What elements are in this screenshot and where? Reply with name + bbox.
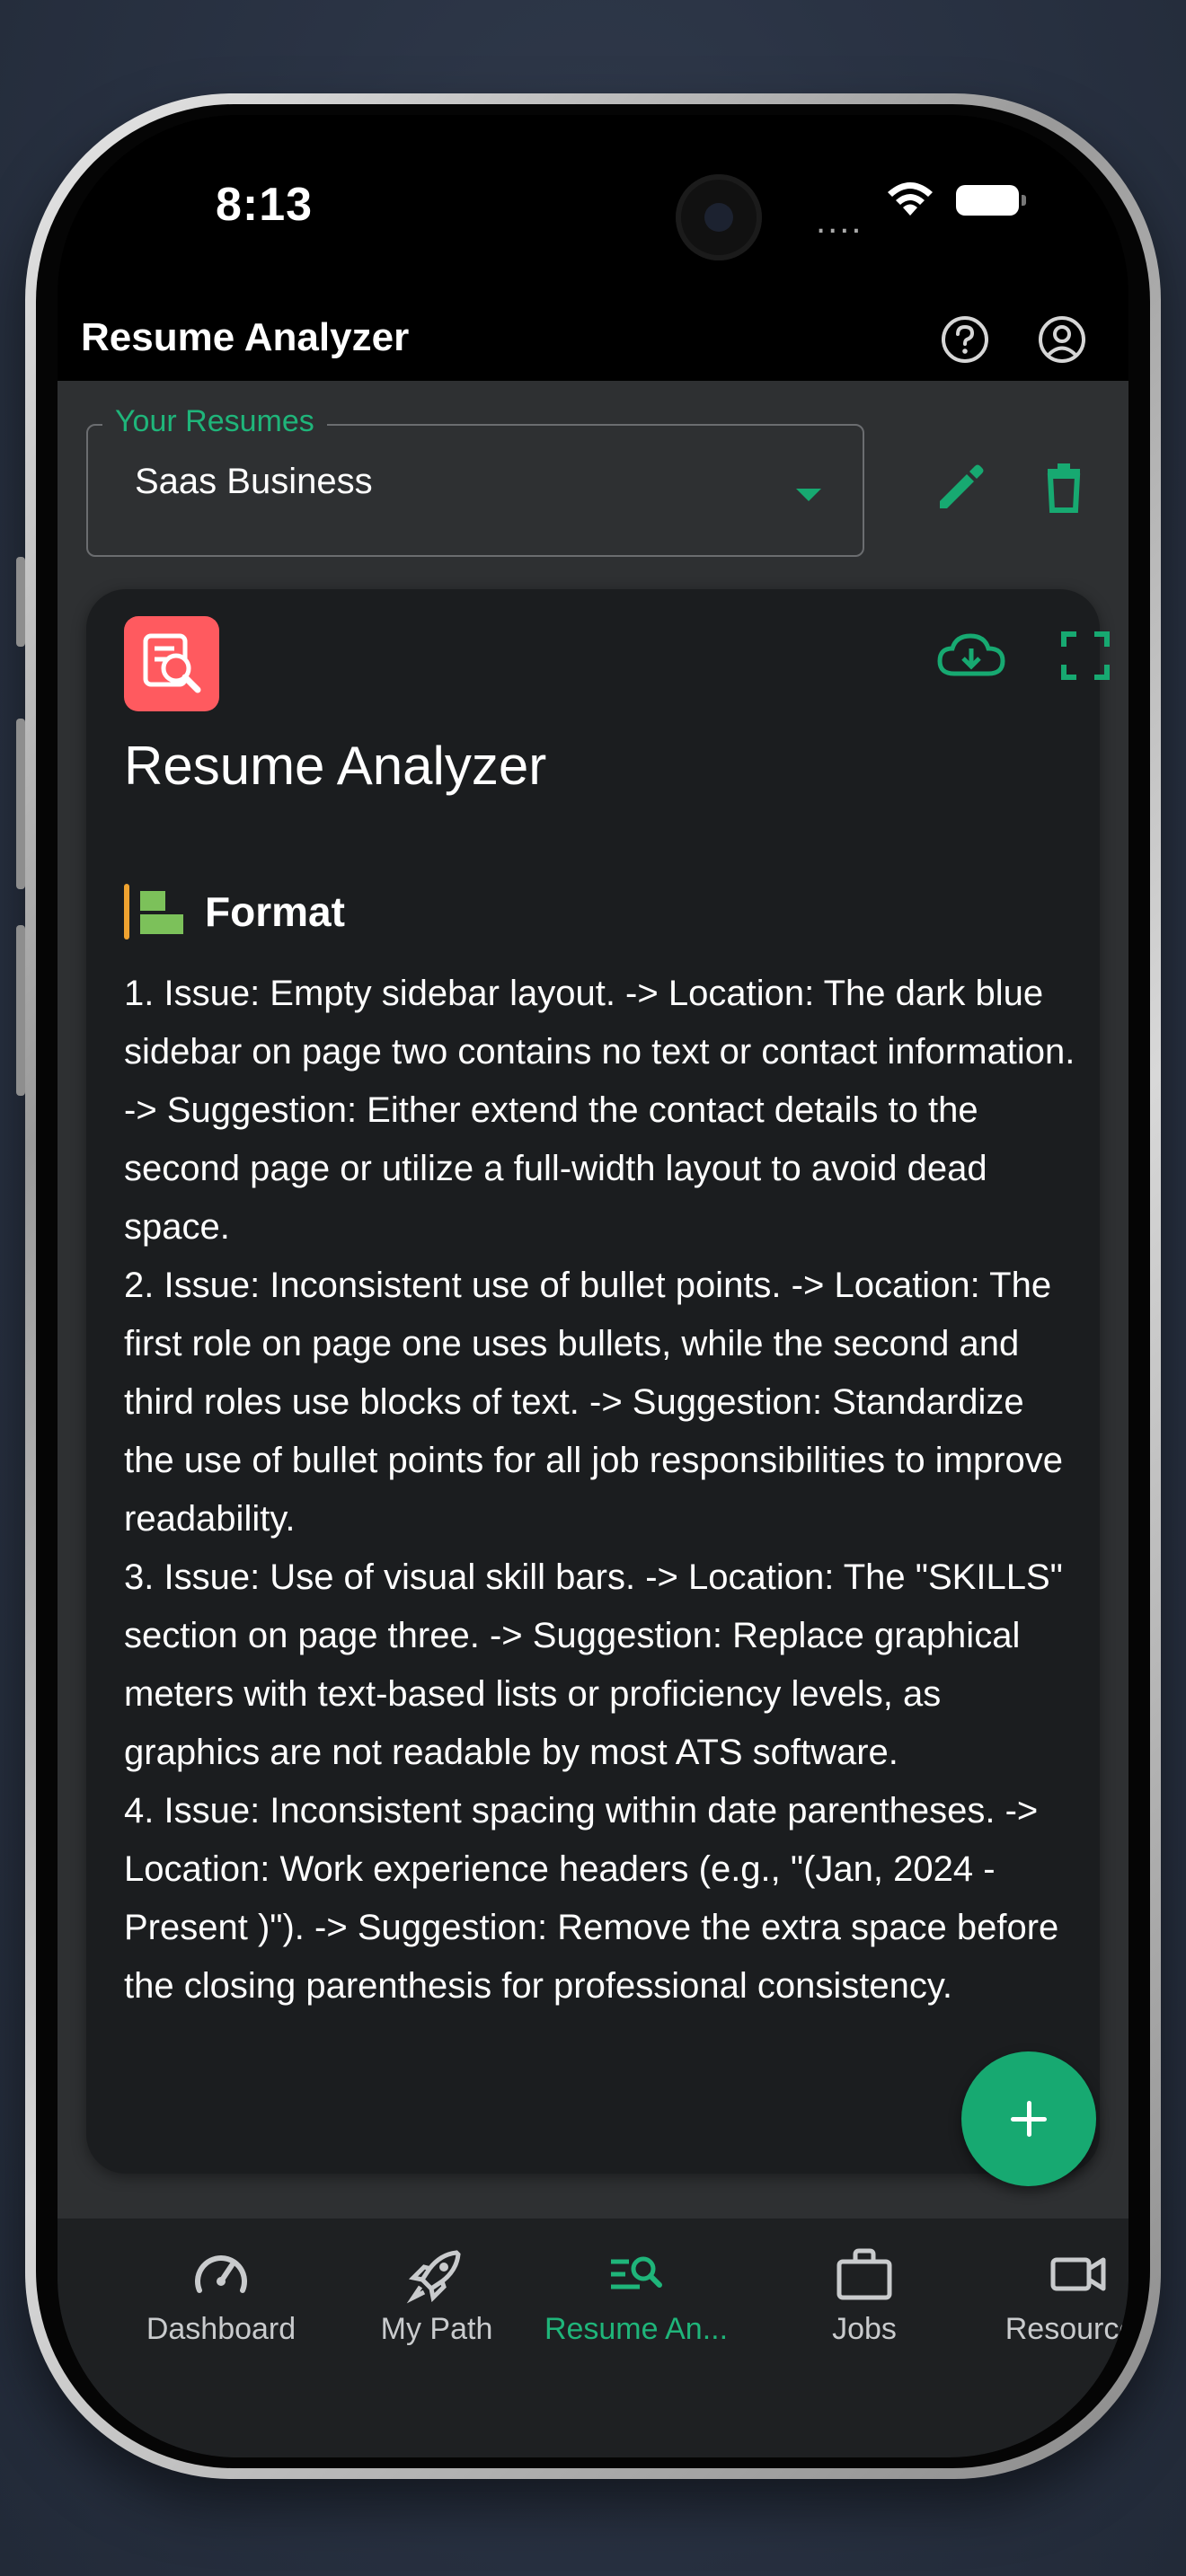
help-circle-icon[interactable]: [940, 314, 990, 365]
wifi-icon: [888, 182, 933, 216]
trash-icon[interactable]: [1033, 456, 1094, 517]
nav-label: Resources: [1005, 2312, 1128, 2346]
analysis-text: 1. Issue: Empty sidebar layout. -> Locat…: [124, 974, 1075, 2006]
rocket-icon: [406, 2250, 461, 2304]
phone-volume-down: [16, 925, 25, 1096]
card-title: Resume Analyzer: [124, 736, 547, 796]
resume-search-icon: [124, 616, 219, 711]
nav-label: Resume An...: [544, 2312, 729, 2346]
phone-screen: 8:13 .... Resume Analyzer Your Resumes S…: [58, 115, 1128, 2457]
dynamic-island: [676, 174, 762, 260]
phone-side-button: [16, 557, 25, 647]
nav-item-dashboard[interactable]: Dashboard: [122, 2242, 320, 2347]
format-align-icon: [140, 891, 183, 934]
cloud-download-icon[interactable]: [936, 631, 1006, 681]
nav-item-jobs[interactable]: Jobs: [766, 2242, 963, 2347]
phone-volume-up: [16, 719, 25, 889]
add-button[interactable]: [961, 2051, 1096, 2186]
signal-dots: ....: [816, 201, 863, 241]
pencil-icon[interactable]: [929, 456, 990, 517]
speedometer-icon: [195, 2255, 247, 2293]
nav-item-my-path[interactable]: My Path: [338, 2242, 535, 2347]
status-bar: 8:13 ....: [58, 115, 1128, 295]
nav-label: My Path: [380, 2312, 493, 2346]
chevron-down-icon[interactable]: [796, 489, 821, 501]
battery-icon: [956, 185, 1026, 216]
fullscreen-icon[interactable]: [1060, 631, 1111, 681]
resume-select-label: Your Resumes: [102, 404, 327, 439]
section-accent-bar: [124, 884, 129, 940]
nav-label: Dashboard: [146, 2312, 296, 2346]
briefcase-icon: [836, 2248, 892, 2300]
section-title: Format: [205, 888, 345, 935]
account-circle-icon[interactable]: [1037, 314, 1087, 365]
resume-select-value[interactable]: Saas Business: [135, 462, 373, 502]
status-time: 8:13: [216, 179, 314, 231]
nav-item-resume-analyzer[interactable]: Resume An...: [537, 2242, 735, 2347]
list-search-icon: [611, 2256, 662, 2289]
nav-label: Jobs: [832, 2312, 897, 2346]
video-camera-icon: [1050, 2257, 1106, 2291]
nav-item-resources[interactable]: Resources: [979, 2242, 1128, 2347]
home-indicator: [386, 2387, 800, 2398]
page-title: Resume Analyzer: [81, 315, 410, 359]
